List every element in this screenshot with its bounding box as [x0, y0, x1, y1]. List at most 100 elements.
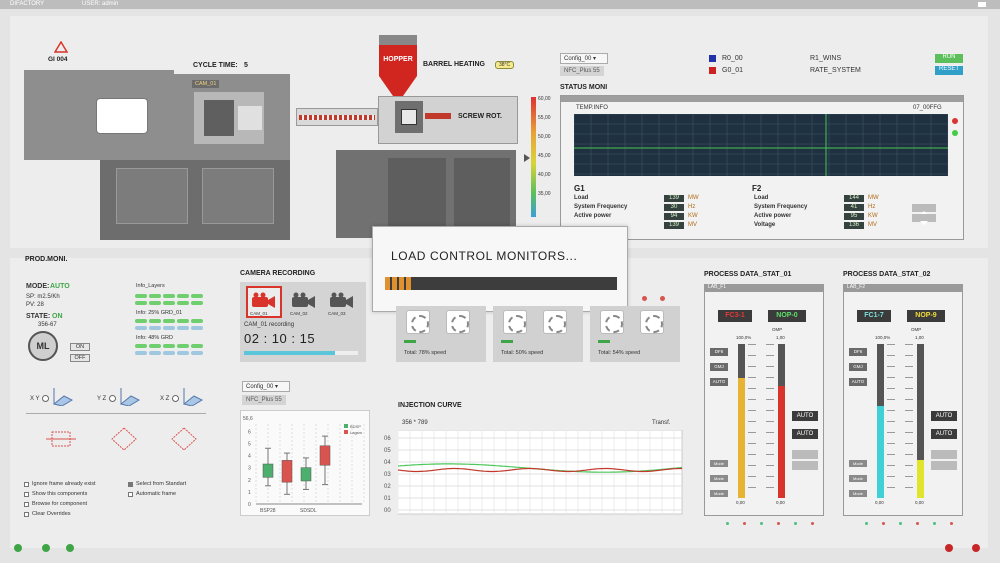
- process-mode-tag[interactable]: Mode: [710, 460, 728, 467]
- process-indicator-dot: [865, 522, 868, 525]
- process-tick: [748, 344, 756, 345]
- axis-radio[interactable]: [109, 395, 116, 402]
- process-auto-button[interactable]: AUTO: [931, 411, 957, 421]
- process-mode-tag[interactable]: Mode: [849, 490, 867, 497]
- process-auto-button[interactable]: AUTO: [931, 429, 957, 439]
- option-checkbox[interactable]: [24, 512, 29, 517]
- nfc-label-2: NFC_Plus 55: [242, 395, 286, 405]
- layer-indicator: [149, 294, 161, 298]
- temp-scale-label: 45,00: [538, 153, 551, 159]
- process-side-button[interactable]: GMJ: [710, 363, 728, 371]
- run-button[interactable]: RUN: [935, 54, 963, 63]
- option-checkbox[interactable]: [128, 492, 133, 497]
- process-col-a: 100,0%: [875, 335, 891, 340]
- layer-indicator: [135, 344, 147, 348]
- status-graph: [574, 114, 948, 176]
- layer-indicator: [135, 326, 147, 330]
- process-tick: [887, 388, 895, 389]
- process-up-button[interactable]: [931, 450, 957, 459]
- box-plot-ytick: 4: [248, 454, 251, 460]
- process-side-button[interactable]: AUTO: [710, 378, 728, 386]
- layer-indicator: [149, 301, 161, 305]
- process-tick: [748, 388, 756, 389]
- legend-blue-swatch: [709, 55, 716, 62]
- option-checkbox[interactable]: [128, 482, 133, 487]
- camera-icon[interactable]: [326, 292, 356, 310]
- state-label: STATE:: [26, 313, 51, 320]
- injection-ytick: 00: [384, 508, 391, 514]
- off-button[interactable]: OFF: [70, 354, 90, 362]
- process-side-button[interactable]: AUTO: [849, 378, 867, 386]
- process-col-b: 1,00: [776, 335, 785, 340]
- up-arrow-button[interactable]: [912, 204, 936, 215]
- process-indicator-dot: [916, 522, 919, 525]
- option-checkbox[interactable]: [24, 492, 29, 497]
- info1-label: Info: 25% GRD_01: [136, 310, 183, 316]
- process-tick: [887, 399, 895, 400]
- reset-button[interactable]: RESET: [935, 66, 963, 75]
- process-tick: [905, 476, 913, 477]
- warning-icon: [54, 41, 68, 53]
- config-select[interactable]: Config_00 ▾: [560, 53, 608, 64]
- process-side-button[interactable]: GMJ: [849, 363, 867, 371]
- process-up-button[interactable]: [792, 450, 818, 459]
- injection-ytick: 05: [384, 448, 391, 454]
- temp-scale-label: 35,00: [538, 191, 551, 197]
- process-mode-tag[interactable]: Mode: [710, 490, 728, 497]
- box-legend-label: Lagsm: [350, 430, 363, 435]
- temp-scale-label: 40,00: [538, 172, 551, 178]
- process-omp: OMP: [911, 327, 922, 332]
- process-auto-button[interactable]: AUTO: [792, 411, 818, 421]
- axis-radio[interactable]: [172, 395, 179, 402]
- option-checkbox[interactable]: [24, 502, 29, 507]
- process-mode-tag[interactable]: Mode: [849, 460, 867, 467]
- axis-radio[interactable]: [42, 395, 49, 402]
- config-select-2[interactable]: Config_00 ▾: [242, 381, 290, 392]
- camera-icon[interactable]: [248, 292, 278, 310]
- status-row-label: Voltage: [754, 222, 776, 228]
- process-tick: [748, 465, 756, 466]
- status-row-label: Load: [574, 195, 589, 201]
- process-badge-a: FC1-7: [857, 310, 891, 322]
- process-side-button[interactable]: DF6: [849, 348, 867, 356]
- process-tick: [905, 366, 913, 367]
- count-value: 356-67: [38, 322, 57, 328]
- axis-label: X Z: [160, 396, 170, 402]
- process-down-button[interactable]: [792, 461, 818, 470]
- process-down-button[interactable]: [931, 461, 957, 470]
- state-value: ON: [52, 313, 63, 320]
- layer-indicator: [135, 351, 147, 355]
- fan-dot: [642, 296, 647, 301]
- process-tick: [766, 366, 774, 367]
- process-tick: [766, 421, 774, 422]
- window-control-icon[interactable]: [978, 2, 986, 7]
- box-plot-top-label: 56,6: [243, 416, 253, 422]
- process-tick: [748, 399, 756, 400]
- injection-ytick: 03: [384, 472, 391, 478]
- layer-indicator: [191, 294, 203, 298]
- on-button[interactable]: ON: [70, 343, 90, 351]
- process-tick: [748, 421, 756, 422]
- process-window-bar: LAB_F1: [704, 284, 824, 292]
- ml-dial[interactable]: ML: [28, 331, 58, 361]
- down-arrow-button[interactable]: [912, 214, 936, 225]
- camera-icon[interactable]: [288, 292, 318, 310]
- process-tick: [766, 410, 774, 411]
- camera-title: CAMERA RECORDING: [240, 270, 316, 277]
- status-row-value: 41: [844, 204, 864, 211]
- option-checkbox[interactable]: [24, 482, 29, 487]
- fan-speed-label: Total: 78% speed: [404, 350, 447, 356]
- process-bottom-a: 0,00: [736, 500, 745, 505]
- process-tick: [905, 355, 913, 356]
- process-tick: [748, 366, 756, 367]
- process-auto-button[interactable]: AUTO: [792, 429, 818, 439]
- process-mode-tag[interactable]: Mode: [849, 475, 867, 482]
- fan-status-bar: [598, 340, 610, 343]
- process-side-button[interactable]: DF6: [710, 348, 728, 356]
- process-tick: [766, 432, 774, 433]
- box-plot-ytick: 2: [248, 478, 251, 484]
- injection-ytick: 02: [384, 484, 391, 490]
- legend-rate: RATE_SYSTEM: [810, 67, 861, 74]
- process-mode-tag[interactable]: Mode: [710, 475, 728, 482]
- process-tick: [748, 443, 756, 444]
